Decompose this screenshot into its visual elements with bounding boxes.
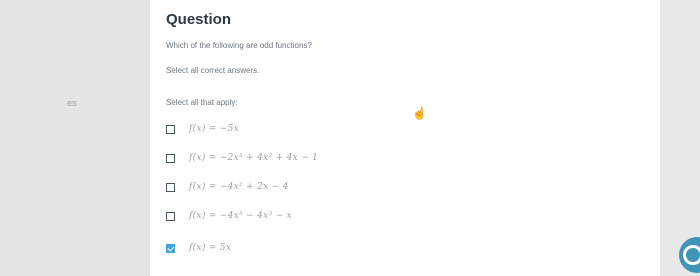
question-prompt: Which of the following are odd functions… [166, 41, 312, 50]
option-label: f(x) = −4x⁵ − 4x³ − x [189, 211, 292, 221]
question-title: Question [166, 11, 232, 28]
hand-pointer-icon: ☝ [412, 106, 427, 120]
checkbox[interactable] [166, 182, 175, 192]
answer-option-2[interactable]: f(x) = −2x³ + 4x² + 4x − 1 [166, 150, 318, 166]
sidebar-partial-label: es [67, 98, 77, 108]
left-sidebar: es [0, 0, 150, 276]
checkbox-checked[interactable] [166, 243, 175, 253]
checkbox[interactable] [166, 153, 175, 163]
instruction-text: Select all correct answers. [166, 66, 260, 75]
checkbox[interactable] [166, 211, 175, 221]
option-label: f(x) = −4x² + 2x − 4 [189, 182, 289, 192]
option-label: f(x) = −5x [189, 124, 240, 134]
option-label: f(x) = −2x³ + 4x² + 4x − 1 [189, 153, 319, 163]
option-label: f(x) = 5x [189, 243, 232, 253]
right-margin [660, 0, 700, 276]
chat-icon [683, 245, 700, 265]
answer-option-1[interactable]: f(x) = −5x [166, 121, 239, 137]
select-hint: Select all that apply: [166, 98, 238, 107]
answer-option-3[interactable]: f(x) = −4x² + 2x − 4 [166, 179, 289, 195]
checkbox[interactable] [166, 124, 175, 134]
answer-option-4[interactable]: f(x) = −4x⁵ − 4x³ − x [166, 208, 292, 224]
answer-option-5[interactable]: f(x) = 5x [166, 240, 231, 256]
